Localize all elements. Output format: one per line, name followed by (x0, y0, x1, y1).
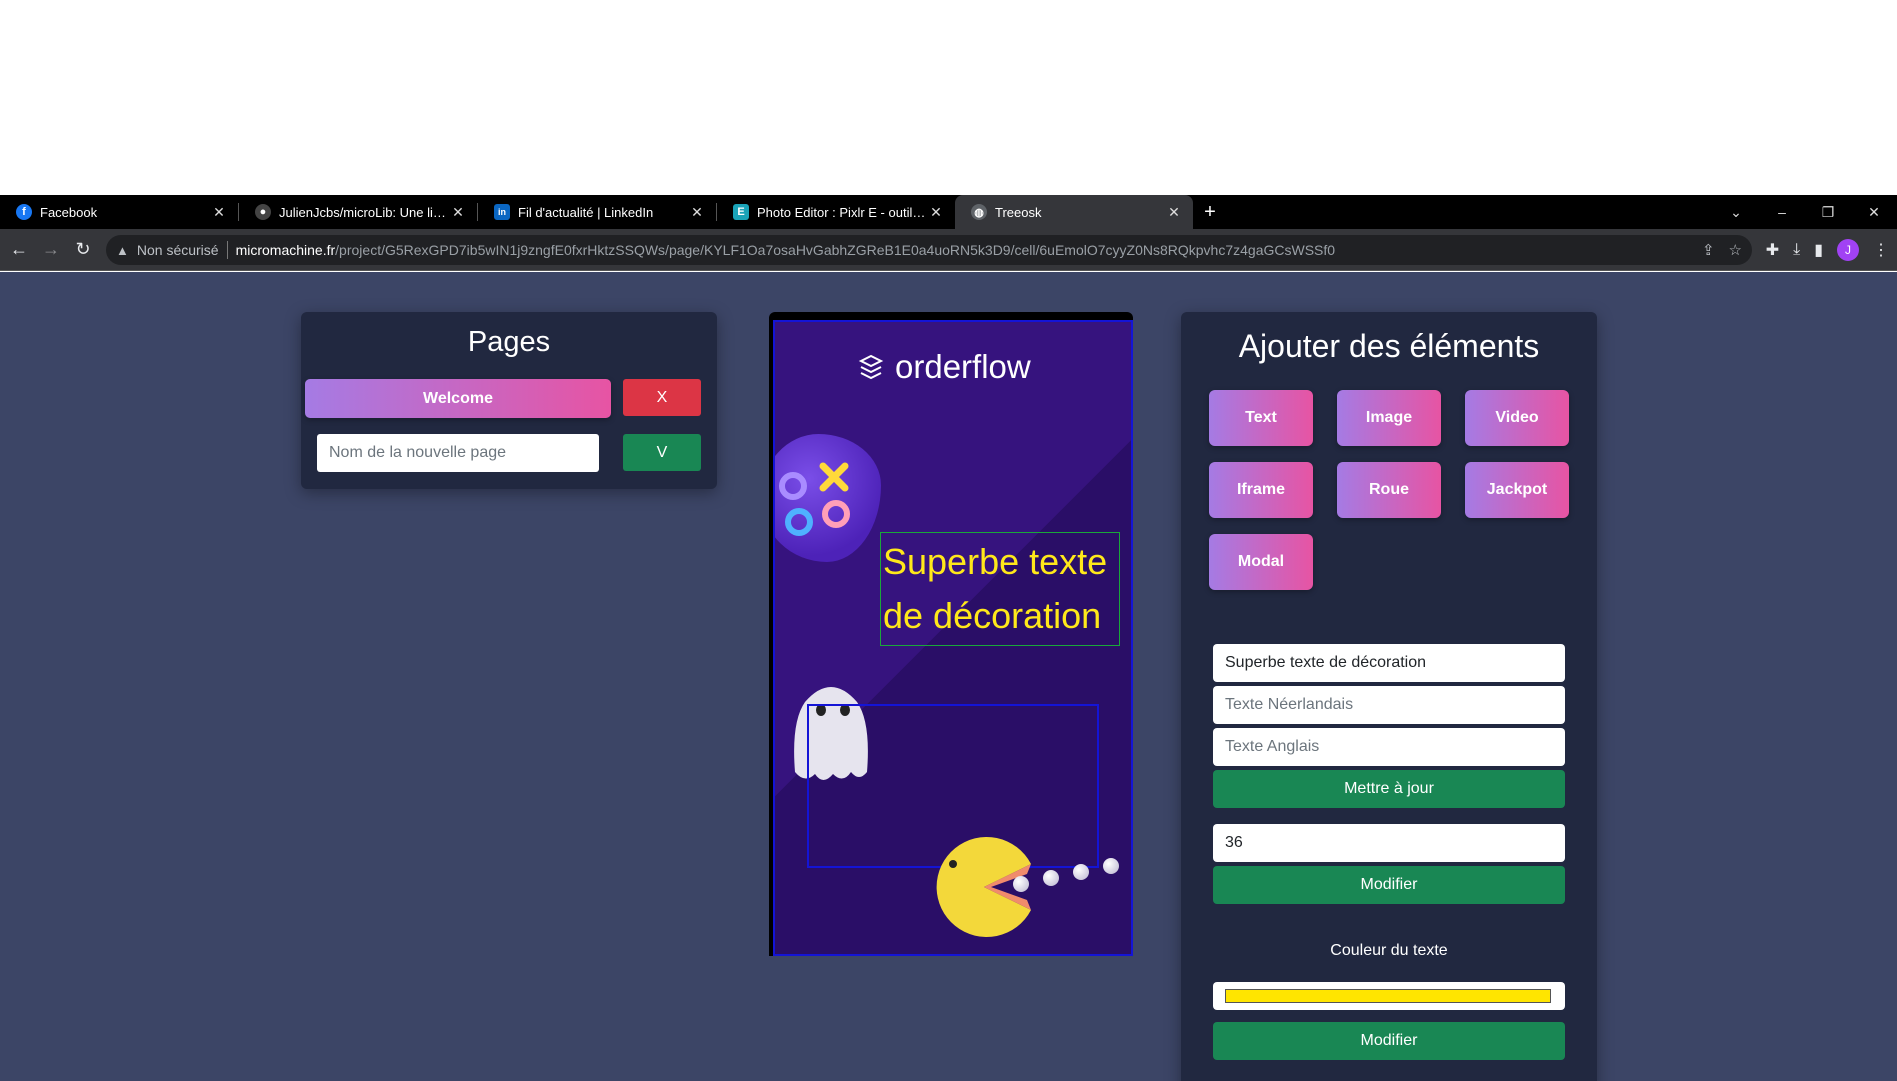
tab-search-icon[interactable]: ⌄ (1713, 204, 1759, 221)
toolbar-right: ✚ ⤓ ▮ J ⋮ (1766, 229, 1897, 271)
brand-name: orderflow (895, 348, 1031, 385)
github-icon: ● (255, 204, 271, 220)
linkedin-icon: in (494, 204, 510, 220)
update-text-button[interactable]: Mettre à jour (1213, 770, 1565, 808)
close-icon[interactable]: ✕ (927, 204, 945, 221)
globe-icon: ◍ (971, 204, 987, 220)
page-content: Pages Welcome X V orderflow (0, 272, 1897, 1081)
omnibox-actions: ⇪ ☆ (1702, 241, 1742, 259)
tab-title: JulienJcbs/microLib: Une librairie (279, 204, 449, 220)
text-color-picker[interactable] (1213, 982, 1565, 1010)
tab-title: Photo Editor : Pixlr E - outil retouche (757, 204, 927, 220)
warning-icon[interactable]: ▲ (116, 243, 129, 258)
facebook-icon: f (16, 204, 32, 220)
security-label[interactable]: Non sécurisé (137, 242, 219, 258)
pages-title: Pages (467, 326, 551, 358)
delete-page-button[interactable]: X (623, 379, 701, 416)
pellet (1073, 864, 1089, 880)
color-swatch (1225, 989, 1551, 1003)
pages-panel: Pages Welcome X V (301, 312, 717, 489)
divider (226, 241, 228, 259)
new-page-input[interactable] (317, 434, 599, 472)
window-controls: ⌄ – ❐ ✕ (1713, 195, 1897, 229)
preview-screen[interactable]: orderflow Superbe texte de décoration (773, 320, 1133, 956)
tab-title: Facebook (40, 204, 98, 220)
address-bar: ← → ↻ ▲ Non sécurisé micromachine.fr /pr… (0, 229, 1897, 271)
reload-icon[interactable]: ↻ (70, 239, 96, 260)
brand-logo: orderflow (857, 348, 1031, 386)
tab-title: Fil d'actualité | LinkedIn (518, 204, 654, 220)
modify-font-size-button[interactable]: Modifier (1213, 866, 1565, 904)
add-page-button[interactable]: V (623, 434, 701, 471)
url-path: /project/G5RexGPD7ib5wIN1j9zngfE0fxrHktz… (335, 242, 1336, 258)
add-video-button[interactable]: Video (1465, 390, 1569, 446)
close-icon[interactable]: ✕ (449, 204, 467, 221)
pixlr-icon: E (733, 204, 749, 220)
pellet (1013, 876, 1029, 892)
share-icon[interactable]: ⇪ (1702, 241, 1715, 259)
url-host: micromachine.fr (235, 242, 336, 258)
close-window-icon[interactable]: ✕ (1851, 204, 1897, 221)
extensions-icon[interactable]: ✚ (1766, 240, 1779, 260)
restore-icon[interactable]: ❐ (1805, 204, 1851, 221)
add-iframe-button[interactable]: Iframe (1209, 462, 1313, 518)
add-text-button[interactable]: Text (1209, 390, 1313, 446)
tab-bar: f Facebook ✕ ● JulienJcbs/microLib: Une … (0, 195, 1897, 229)
add-jackpot-button[interactable]: Jackpot (1465, 462, 1569, 518)
elements-title: Ajouter des éléments (1238, 328, 1540, 364)
menu-icon[interactable]: ⋮ (1873, 240, 1889, 260)
tab-pixlr[interactable]: E Photo Editor : Pixlr E - outil retouch… (717, 195, 955, 229)
modify-color-button[interactable]: Modifier (1213, 1022, 1565, 1060)
font-size-input[interactable] (1213, 824, 1565, 862)
text-french-input[interactable] (1213, 644, 1565, 682)
side-panel-icon[interactable]: ▮ (1814, 240, 1823, 260)
add-image-button[interactable]: Image (1337, 390, 1441, 446)
stack-icon (858, 354, 884, 380)
tab-facebook[interactable]: f Facebook ✕ (0, 195, 238, 229)
avatar[interactable]: J (1837, 239, 1859, 261)
text-dutch-input[interactable] (1213, 686, 1565, 724)
star-icon[interactable]: ☆ (1729, 241, 1742, 259)
blank-area (0, 0, 1897, 195)
add-wheel-button[interactable]: Roue (1337, 462, 1441, 518)
page-welcome-button[interactable]: Welcome (305, 379, 611, 418)
add-modal-button[interactable]: Modal (1209, 534, 1313, 590)
tic-tac-toe-blob-image (775, 434, 881, 562)
text-english-input[interactable] (1213, 728, 1565, 766)
minimize-icon[interactable]: – (1759, 204, 1805, 220)
forward-icon[interactable]: → (38, 239, 64, 260)
close-icon[interactable]: ✕ (688, 204, 706, 221)
text-color-label: Couleur du texte (1330, 942, 1448, 959)
url-field[interactable]: ▲ Non sécurisé micromachine.fr /project/… (106, 235, 1752, 265)
tab-github[interactable]: ● JulienJcbs/microLib: Une librairie ✕ (239, 195, 477, 229)
elements-panel: Ajouter des éléments Text Image Video If… (1181, 312, 1597, 1081)
tab-linkedin[interactable]: in Fil d'actualité | LinkedIn ✕ (478, 195, 716, 229)
decoration-text[interactable]: Superbe texte de décoration (880, 532, 1120, 646)
back-icon[interactable]: ← (6, 239, 32, 260)
pellet (1043, 870, 1059, 886)
tab-treeosk[interactable]: ◍ Treeosk ✕ (955, 195, 1193, 229)
tab-title: Treeosk (995, 204, 1042, 220)
download-icon[interactable]: ⤓ (1793, 241, 1800, 259)
new-tab-button[interactable]: + (1193, 195, 1227, 229)
close-icon[interactable]: ✕ (1165, 204, 1183, 221)
close-icon[interactable]: ✕ (210, 204, 228, 221)
pellet (1103, 858, 1119, 874)
